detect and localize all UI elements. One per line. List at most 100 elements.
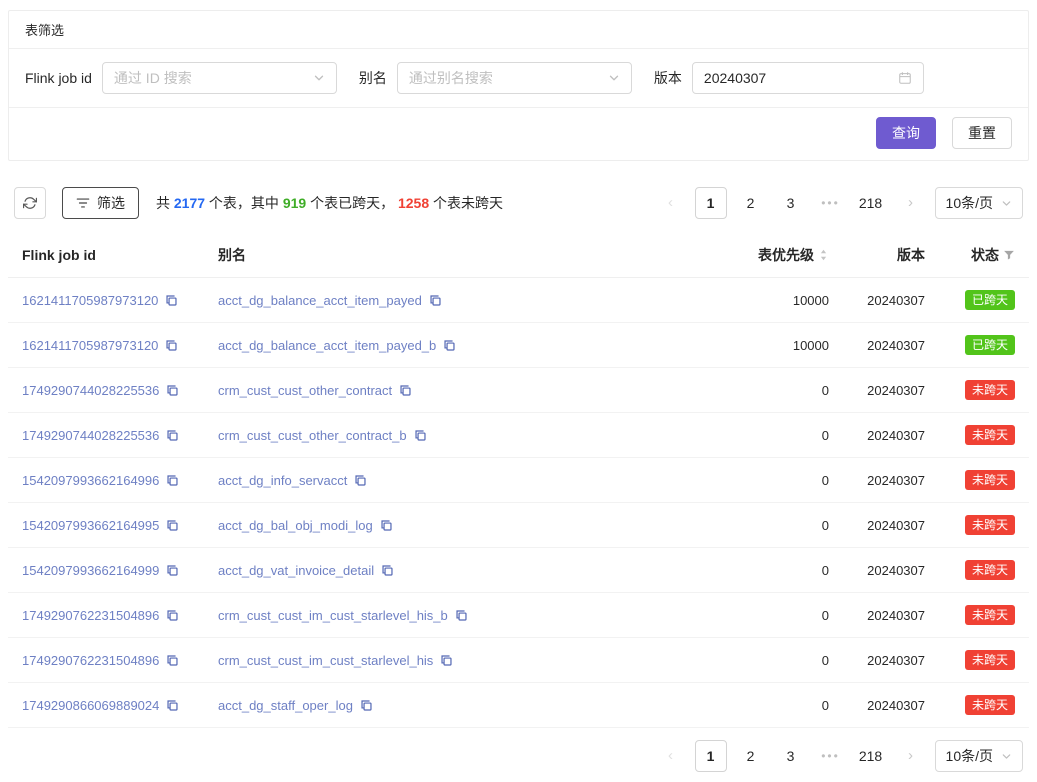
copy-icon[interactable] <box>165 339 178 352</box>
column-filter-icon[interactable] <box>1003 249 1015 261</box>
copy-icon[interactable] <box>166 564 179 577</box>
alias-link[interactable]: crm_cust_cust_im_cust_starlevel_his <box>218 653 433 668</box>
table-row: 1542097993662164995 acct_dg_bal_obj_modi… <box>8 503 1029 548</box>
status-cell: 未跨天 <box>939 593 1029 638</box>
copy-icon[interactable] <box>166 384 179 397</box>
column-header-priority-label: 表优先级 <box>758 245 814 265</box>
version-cell: 20240307 <box>843 458 939 503</box>
copy-icon[interactable] <box>381 564 394 577</box>
filter-toggle-label: 筛选 <box>97 193 125 213</box>
copy-icon[interactable] <box>455 609 468 622</box>
copy-icon[interactable] <box>360 699 373 712</box>
prev-page-button[interactable]: ‹ <box>655 740 687 772</box>
copy-icon[interactable] <box>165 294 178 307</box>
alias-link[interactable]: acct_dg_vat_invoice_detail <box>218 563 374 578</box>
next-page-button[interactable]: › <box>895 740 927 772</box>
flink-job-id-link[interactable]: 1542097993662164995 <box>22 518 159 533</box>
alias-select[interactable]: 通过别名搜索 <box>397 62 632 94</box>
prev-page-button[interactable]: ‹ <box>655 187 687 219</box>
copy-icon[interactable] <box>354 474 367 487</box>
flink-job-id-select[interactable]: 通过 ID 搜索 <box>102 62 337 94</box>
filter-actions-row: 查询 重置 <box>9 107 1028 160</box>
page-button-last[interactable]: 218 <box>855 187 887 219</box>
version-date-field[interactable] <box>692 62 924 94</box>
reset-button[interactable]: 重置 <box>952 117 1012 149</box>
page-button-3[interactable]: 3 <box>775 740 807 772</box>
copy-icon[interactable] <box>166 429 179 442</box>
page-button-2[interactable]: 2 <box>735 187 767 219</box>
alias-link[interactable]: acct_dg_info_servacct <box>218 473 347 488</box>
next-page-button[interactable]: › <box>895 187 927 219</box>
status-badge: 未跨天 <box>965 605 1015 625</box>
job-id-cell: 1749290744028225536 <box>8 368 204 413</box>
copy-icon[interactable] <box>166 519 179 532</box>
flink-job-id-link[interactable]: 1542097993662164996 <box>22 473 159 488</box>
page-jump-ellipsis[interactable]: ••• <box>815 740 847 772</box>
version-date-input[interactable] <box>704 70 898 86</box>
query-button[interactable]: 查询 <box>876 117 936 149</box>
copy-icon[interactable] <box>440 654 453 667</box>
flink-job-id-link[interactable]: 1542097993662164999 <box>22 563 159 578</box>
page-button-last[interactable]: 218 <box>855 740 887 772</box>
copy-icon[interactable] <box>166 609 179 622</box>
version-cell: 20240307 <box>843 368 939 413</box>
calendar-icon[interactable] <box>898 71 912 85</box>
page-button-1[interactable]: 1 <box>695 187 727 219</box>
table-row: 1621411705987973120 acct_dg_balance_acct… <box>8 323 1029 368</box>
flink-job-id-link[interactable]: 1749290762231504896 <box>22 608 159 623</box>
copy-icon[interactable] <box>429 294 442 307</box>
alias-placeholder: 通过别名搜索 <box>409 68 608 88</box>
copy-icon[interactable] <box>414 429 427 442</box>
alias-link[interactable]: acct_dg_balance_acct_item_payed <box>218 293 422 308</box>
flink-job-id-link[interactable]: 1749290744028225536 <box>22 383 159 398</box>
page-button-1[interactable]: 1 <box>695 740 727 772</box>
page-jump-ellipsis[interactable]: ••• <box>815 187 847 219</box>
table-row: 1749290762231504896 crm_cust_cust_im_cus… <box>8 638 1029 683</box>
alias-link[interactable]: acct_dg_staff_oper_log <box>218 698 353 713</box>
chevron-down-icon <box>1001 198 1012 209</box>
alias-label: 别名 <box>359 68 387 88</box>
version-cell: 20240307 <box>843 413 939 458</box>
flink-job-id-link[interactable]: 1621411705987973120 <box>22 338 158 353</box>
status-cell: 未跨天 <box>939 458 1029 503</box>
priority-cell: 0 <box>711 503 843 548</box>
page-button-2[interactable]: 2 <box>735 740 767 772</box>
priority-cell: 0 <box>711 458 843 503</box>
summary-total-count: 2177 <box>174 195 205 211</box>
table-toolbar: 筛选 共 2177 个表，其中 919 个表已跨天， 1258 个表未跨天 ‹ … <box>14 187 1023 219</box>
sort-icon[interactable] <box>818 248 829 262</box>
alias-link[interactable]: acct_dg_balance_acct_item_payed_b <box>218 338 436 353</box>
table-header-row: Flink job id 别名 表优先级 版本 状态 <box>8 233 1029 278</box>
page-size-select[interactable]: 10条/页 <box>935 740 1023 772</box>
copy-icon[interactable] <box>166 654 179 667</box>
copy-icon[interactable] <box>399 384 412 397</box>
alias-link[interactable]: acct_dg_bal_obj_modi_log <box>218 518 373 533</box>
job-id-cell: 1749290744028225536 <box>8 413 204 458</box>
alias-link[interactable]: crm_cust_cust_im_cust_starlevel_his_b <box>218 608 448 623</box>
priority-cell: 10000 <box>711 278 843 323</box>
copy-icon[interactable] <box>166 699 179 712</box>
page-size-select[interactable]: 10条/页 <box>935 187 1023 219</box>
status-badge: 未跨天 <box>965 470 1015 490</box>
flink-job-id-link[interactable]: 1749290866069889024 <box>22 698 159 713</box>
copy-icon[interactable] <box>443 339 456 352</box>
flink-job-id-link[interactable]: 1621411705987973120 <box>22 293 158 308</box>
flink-job-id-link[interactable]: 1749290762231504896 <box>22 653 159 668</box>
column-header-status-label: 状态 <box>971 245 999 265</box>
refresh-button[interactable] <box>14 187 46 219</box>
page-button-3[interactable]: 3 <box>775 187 807 219</box>
refresh-icon <box>23 196 37 210</box>
filter-toggle-button[interactable]: 筛选 <box>62 187 139 219</box>
chevron-down-icon <box>313 72 325 84</box>
alias-link[interactable]: crm_cust_cust_other_contract_b <box>218 428 407 443</box>
alias-link[interactable]: crm_cust_cust_other_contract <box>218 383 392 398</box>
version-filter: 版本 <box>654 62 924 94</box>
job-id-cell: 1542097993662164996 <box>8 458 204 503</box>
copy-icon[interactable] <box>166 474 179 487</box>
summary-part: 个表已跨天， <box>306 195 398 211</box>
status-cell: 未跨天 <box>939 413 1029 458</box>
status-cell: 未跨天 <box>939 368 1029 413</box>
alias-cell: crm_cust_cust_im_cust_starlevel_his_b <box>204 593 711 638</box>
flink-job-id-link[interactable]: 1749290744028225536 <box>22 428 159 443</box>
copy-icon[interactable] <box>380 519 393 532</box>
